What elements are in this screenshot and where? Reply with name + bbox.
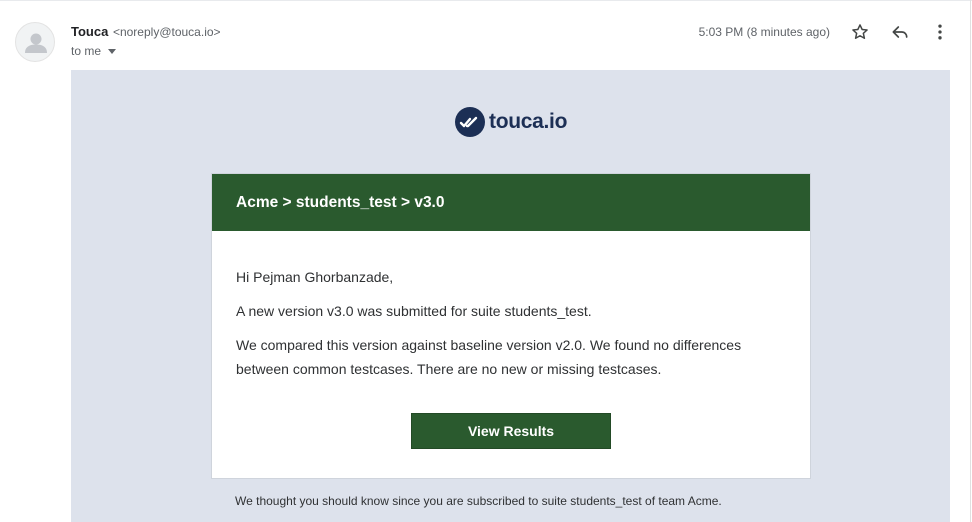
card-title: Acme > students_test > v3.0 bbox=[236, 193, 445, 211]
star-button[interactable] bbox=[848, 20, 872, 44]
card-content: Hi Pejman Ghorbanzade, A new version v3.… bbox=[212, 231, 810, 381]
reply-button[interactable] bbox=[888, 20, 912, 44]
submission-text: A new version v3.0 was submitted for sui… bbox=[236, 303, 592, 319]
email-body: touca.io Acme > students_test > v3.0 Hi … bbox=[71, 70, 950, 522]
reply-icon bbox=[892, 26, 908, 38]
person-icon bbox=[25, 33, 47, 53]
notification-card: Acme > students_test > v3.0 Hi Pejman Gh… bbox=[211, 173, 811, 479]
chevron-down-icon bbox=[108, 48, 117, 54]
logo-wordmark: touca.io bbox=[489, 110, 568, 133]
view-results-button[interactable]: View Results bbox=[411, 413, 611, 449]
recipient-details-toggle[interactable]: to me bbox=[71, 44, 117, 58]
card-header: Acme > students_test > v3.0 bbox=[212, 174, 810, 231]
star-icon bbox=[852, 24, 868, 39]
sender-email: <noreply@touca.io> bbox=[112, 25, 221, 39]
touca-logo-icon bbox=[455, 107, 485, 137]
more-options-button[interactable] bbox=[928, 20, 952, 44]
comparison-text: We compared this version against baselin… bbox=[236, 337, 742, 377]
scrollbar-track bbox=[970, 0, 971, 522]
subscription-note: We thought you should know since you are… bbox=[235, 494, 722, 508]
greeting-text: Hi Pejman Ghorbanzade, bbox=[236, 269, 394, 285]
sender-name[interactable]: Touca bbox=[71, 24, 108, 39]
recipient-label: to me bbox=[71, 44, 102, 58]
more-vert-icon bbox=[938, 24, 942, 40]
sender-avatar[interactable] bbox=[15, 22, 55, 62]
touca-logo[interactable]: touca.io bbox=[455, 107, 567, 137]
sender-info: Touca <noreply@touca.io> bbox=[71, 24, 221, 39]
double-check-icon bbox=[459, 116, 478, 128]
email-timestamp: 5:03 PM (8 minutes ago) bbox=[698, 25, 830, 39]
top-divider bbox=[0, 0, 972, 1]
